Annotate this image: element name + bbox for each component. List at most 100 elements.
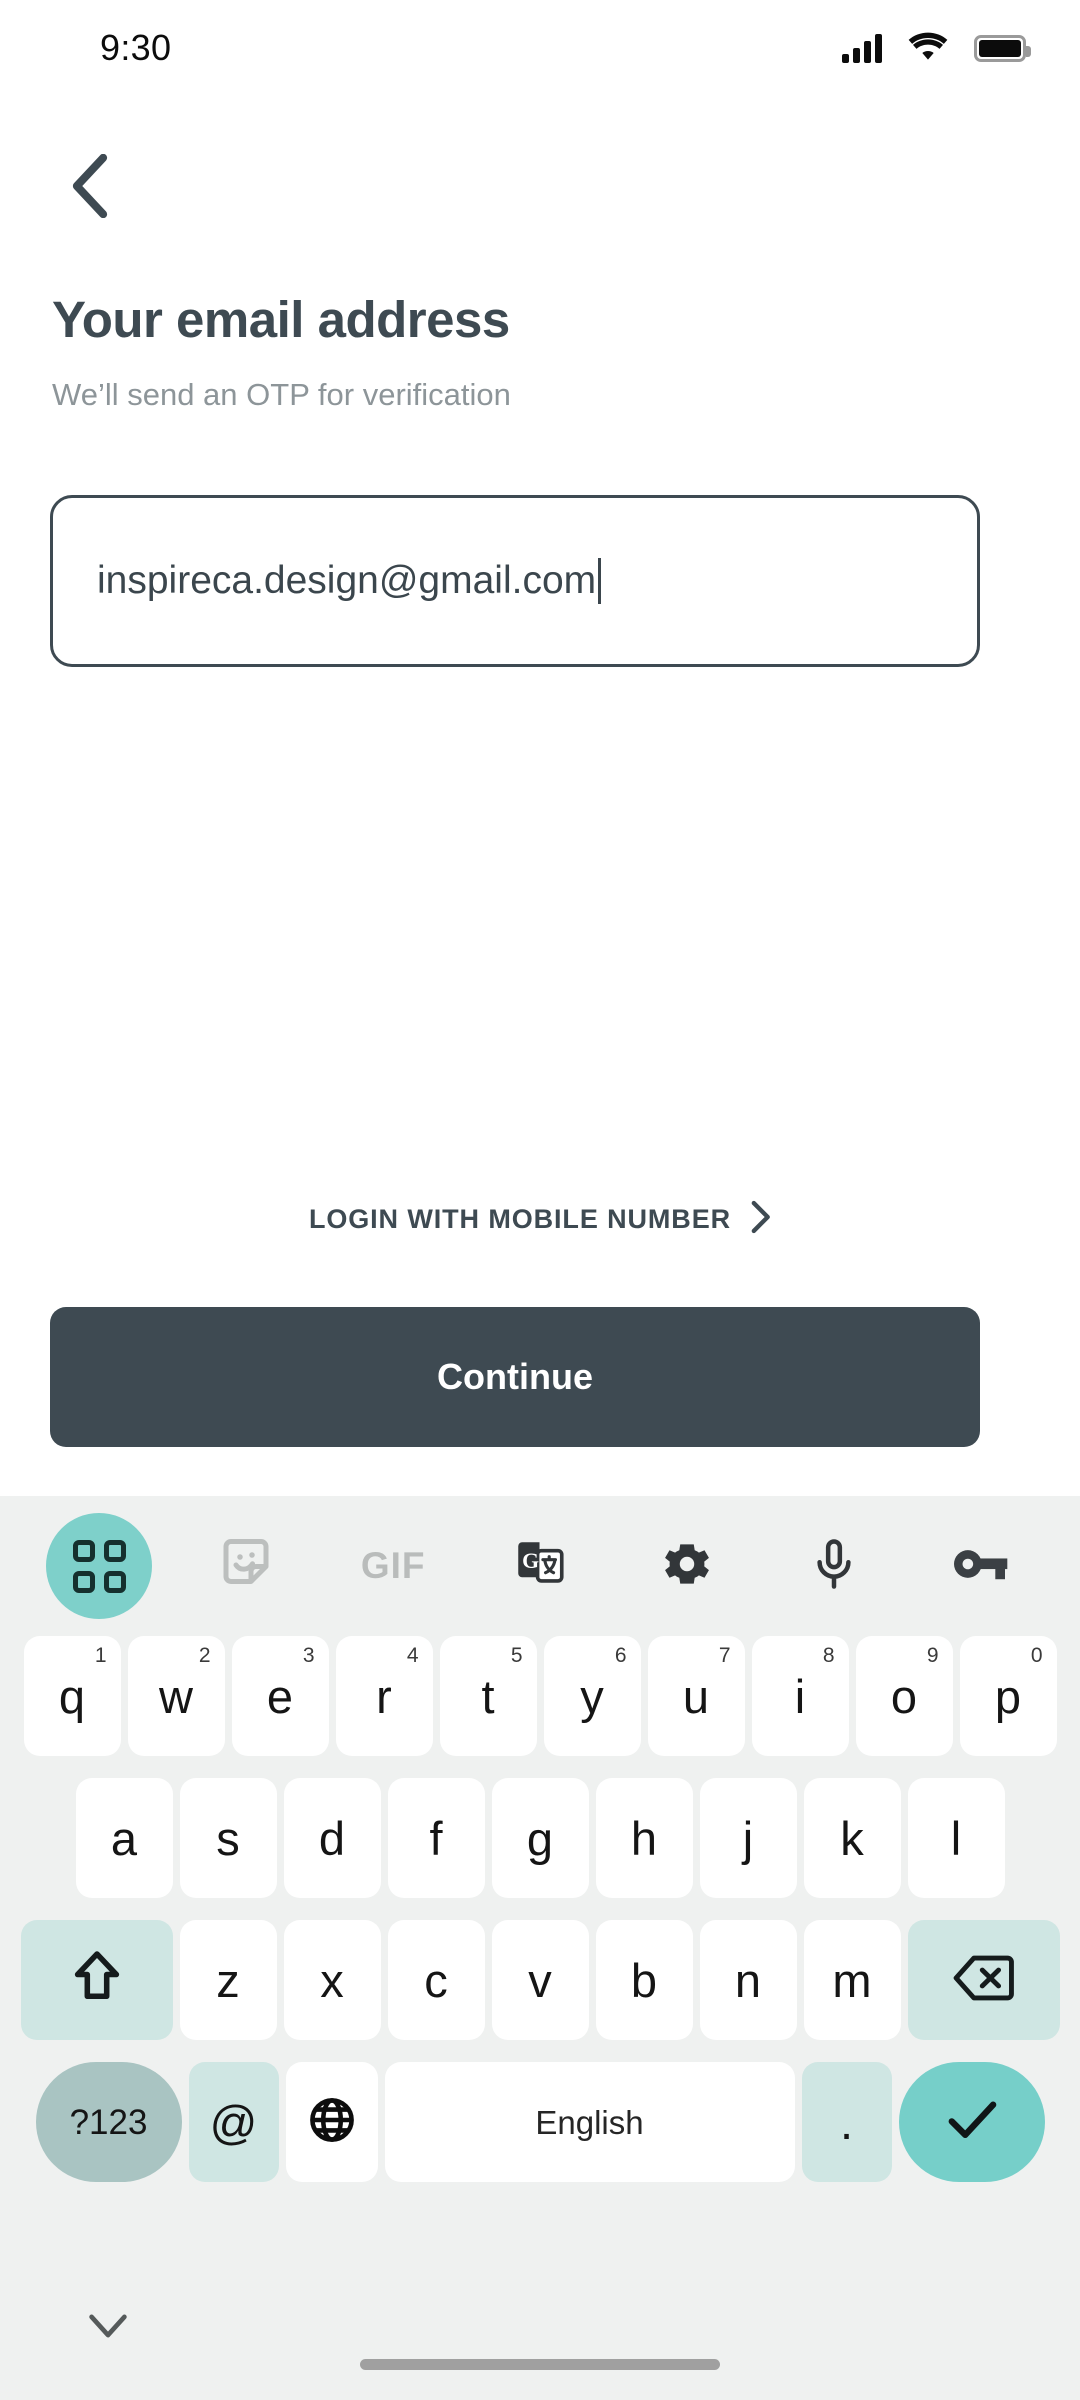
key-label: i <box>794 1669 806 1723</box>
key-label: u <box>682 1669 710 1723</box>
key-z[interactable]: z <box>179 1920 277 2040</box>
key-label: s <box>216 1811 240 1865</box>
key-label: p <box>994 1669 1022 1723</box>
key-label: h <box>630 1811 658 1865</box>
key-secondary-number: 8 <box>822 1644 835 1667</box>
key-i[interactable]: i8 <box>751 1636 849 1756</box>
text-caret <box>598 558 602 604</box>
microphone-icon <box>807 1536 861 1597</box>
key-g[interactable]: g <box>491 1778 589 1898</box>
key-label: c <box>424 1953 448 2007</box>
svg-text:G: G <box>522 1548 539 1572</box>
key-t[interactable]: t5 <box>439 1636 537 1756</box>
key-u[interactable]: u7 <box>647 1636 745 1756</box>
key-secondary-number: 1 <box>94 1644 107 1667</box>
key-secondary-number: 0 <box>1030 1644 1043 1667</box>
symbols-key[interactable]: ?123 <box>35 2062 182 2182</box>
key-label: v <box>528 1953 552 2007</box>
key-label: w <box>159 1669 193 1723</box>
language-switch-key[interactable] <box>285 2062 378 2182</box>
enter-key[interactable] <box>898 2062 1045 2182</box>
backspace-key[interactable] <box>907 1920 1060 2040</box>
apps-grid-icon <box>46 1513 153 1619</box>
email-input-value: inspireca.design@gmail.com <box>97 559 597 602</box>
back-button[interactable] <box>50 148 130 228</box>
key-o[interactable]: o9 <box>855 1636 953 1756</box>
keyboard-toolbar: GIF G <box>0 1496 1080 1636</box>
key-label: f <box>429 1811 443 1865</box>
key-p[interactable]: p0 <box>959 1636 1057 1756</box>
toolbar-password-key-button[interactable] <box>907 1496 1054 1636</box>
toolbar-microphone-button[interactable] <box>760 1496 907 1636</box>
key-label: e <box>266 1669 294 1723</box>
cellular-signal-icon <box>842 33 882 63</box>
backspace-delete-icon <box>953 1953 1015 2008</box>
key-secondary-number: 3 <box>302 1644 315 1667</box>
battery-full-icon <box>974 34 1031 62</box>
keyboard-row-1: q1w2e3r4t5y6u7i8o9p0 <box>0 1636 1080 1756</box>
keyboard-row-3: z x c vbn m <box>0 1920 1080 2040</box>
key-x[interactable]: x <box>283 1920 381 2040</box>
key-secondary-number: 5 <box>510 1644 523 1667</box>
status-bar: 9:30 <box>0 0 1080 96</box>
key-s[interactable]: s <box>179 1778 277 1898</box>
login-with-mobile-number-link[interactable]: LOGIN WITH MOBILE NUMBER <box>0 1200 1080 1239</box>
key-y[interactable]: y6 <box>543 1636 641 1756</box>
at-sign-key-label: @ <box>209 2095 258 2149</box>
key-label: d <box>318 1811 346 1865</box>
sticker-icon <box>216 1534 276 1599</box>
keyboard-bottom-bar <box>0 2260 1080 2400</box>
shift-key[interactable] <box>20 1920 173 2040</box>
email-input-field[interactable]: inspireca.design@gmail.com <box>50 495 980 667</box>
key-label: z <box>216 1953 240 2007</box>
key-r[interactable]: r4 <box>335 1636 433 1756</box>
key-label: o <box>890 1669 918 1723</box>
chevron-left-icon <box>71 153 109 223</box>
status-bar-icons <box>842 31 1031 66</box>
key-secondary-number: 2 <box>198 1644 211 1667</box>
key-f[interactable]: f <box>387 1778 485 1898</box>
toolbar-settings-button[interactable] <box>613 1496 760 1636</box>
toolbar-translate-button[interactable]: G <box>467 1496 614 1636</box>
key-l[interactable]: l <box>907 1778 1005 1898</box>
home-gesture-bar[interactable] <box>360 2359 720 2370</box>
wifi-icon <box>908 31 948 66</box>
key-a[interactable]: a <box>75 1778 173 1898</box>
period-key[interactable]: . <box>801 2062 892 2182</box>
key-label: q <box>58 1669 86 1723</box>
key-w[interactable]: w2 <box>127 1636 225 1756</box>
key-label: j <box>742 1811 754 1865</box>
key-label: t <box>481 1669 495 1723</box>
toolbar-sticker-button[interactable] <box>173 1496 320 1636</box>
key-label: x <box>320 1953 344 2007</box>
key-q[interactable]: q1 <box>23 1636 121 1756</box>
key-label: k <box>840 1811 864 1865</box>
key-label: l <box>950 1811 962 1865</box>
login-with-mobile-number-label: LOGIN WITH MOBILE NUMBER <box>308 1204 732 1234</box>
key-b[interactable]: b <box>595 1920 693 2040</box>
language-globe-icon <box>307 2095 357 2150</box>
chevron-down-icon <box>88 2313 128 2344</box>
hide-keyboard-button[interactable] <box>78 2298 138 2358</box>
key-j[interactable]: j <box>699 1778 797 1898</box>
key-label: m <box>832 1953 872 2007</box>
toolbar-apps-grid-button[interactable] <box>26 1496 173 1636</box>
toolbar-gif-button[interactable]: GIF <box>320 1496 467 1636</box>
key-icon <box>951 1541 1011 1592</box>
key-e[interactable]: e3 <box>231 1636 329 1756</box>
at-sign-key[interactable]: @ <box>188 2062 279 2182</box>
phone-screen: 9:30 Your email address We’ll send an OT… <box>0 0 1080 2400</box>
key-label: g <box>526 1811 554 1865</box>
key-c[interactable]: c <box>387 1920 485 2040</box>
spacebar-key[interactable]: English <box>384 2062 795 2182</box>
key-d[interactable]: d <box>283 1778 381 1898</box>
key-h[interactable]: h <box>595 1778 693 1898</box>
period-key-label: . <box>839 2095 854 2149</box>
continue-button[interactable]: Continue <box>50 1307 980 1447</box>
key-n[interactable]: n <box>699 1920 797 2040</box>
key-k[interactable]: k <box>803 1778 901 1898</box>
page-subtitle: We’ll send an OTP for verification <box>52 377 511 412</box>
key-m[interactable]: m <box>803 1920 901 2040</box>
key-label: n <box>734 1953 762 2007</box>
key-v[interactable]: v <box>491 1920 589 2040</box>
